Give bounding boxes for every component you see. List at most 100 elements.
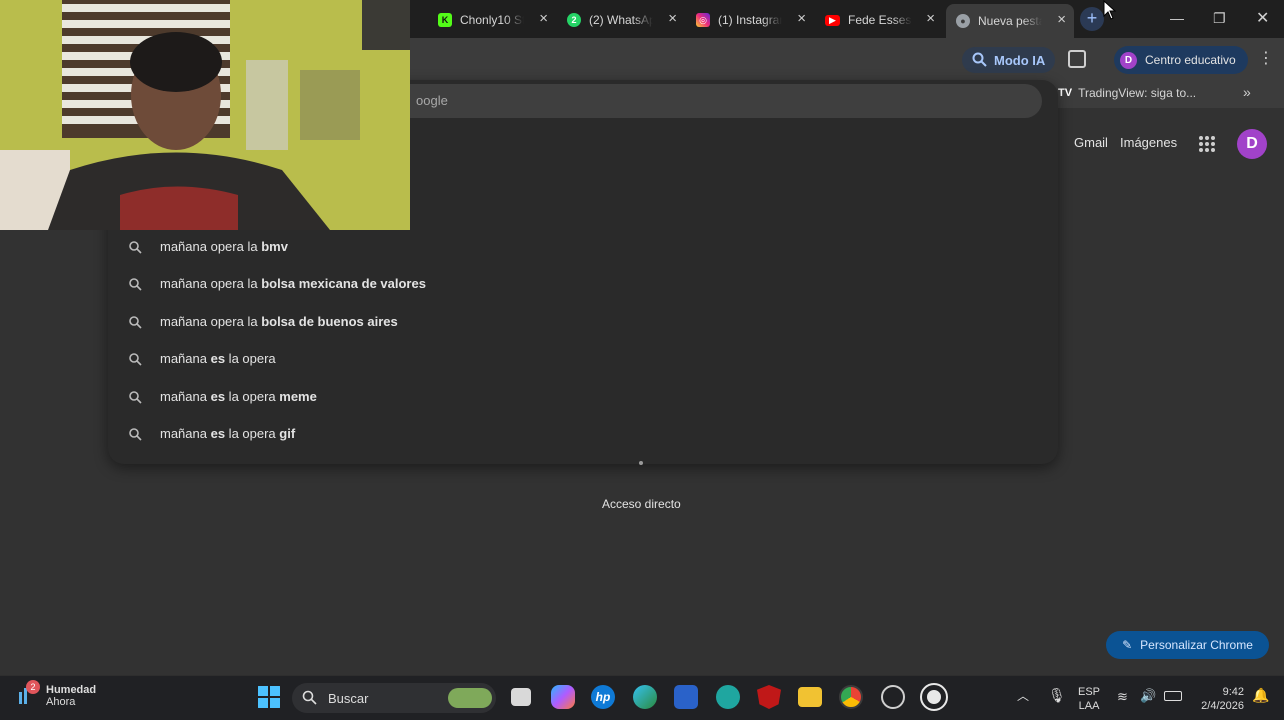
copilot-icon[interactable] <box>551 685 575 709</box>
close-tab-icon[interactable]: × <box>797 11 806 26</box>
tradingview-icon: TV <box>1058 87 1073 99</box>
search-placeholder: oogle <box>416 93 448 108</box>
tab-title: (1) Instagram <box>718 13 782 27</box>
wifi-icon[interactable]: ≋ <box>1117 690 1128 704</box>
suggestion-text: mañana es la opera gif <box>160 426 296 441</box>
profile-button[interactable]: D Centro educativo <box>1114 46 1248 74</box>
camera-app-icon[interactable] <box>920 683 948 711</box>
instagram-icon: ◎ <box>696 13 710 27</box>
webcam-video <box>0 0 410 230</box>
taskbar-search[interactable]: Buscar <box>292 683 496 713</box>
chevron-up-icon[interactable]: ︿ <box>1017 689 1029 703</box>
windows-start-icon[interactable] <box>257 685 281 709</box>
weather-badge: 2 <box>26 680 40 694</box>
weather-widget[interactable]: 2 Humedad Ahora <box>16 680 97 708</box>
close-tab-icon[interactable]: × <box>1057 12 1066 27</box>
search-icon <box>129 428 142 441</box>
language-indicator[interactable]: ESP LAA <box>1078 685 1100 713</box>
kick-icon: K <box>438 13 452 27</box>
help-icon[interactable] <box>716 685 740 709</box>
tab-kick[interactable]: K Chonly10 Str × <box>428 6 556 34</box>
minimize-icon[interactable]: — <box>1170 10 1184 26</box>
search-label: Buscar <box>328 690 369 706</box>
suggestion-text: mañana opera la bolsa mexicana de valore… <box>160 276 426 291</box>
weather-title: Humedad <box>46 684 97 696</box>
shortcut-dot <box>639 461 643 465</box>
tab-title: Chonly10 Str <box>460 13 524 27</box>
search-icon <box>129 391 142 404</box>
tab-youtube[interactable]: ▶ Fede Esses × <box>815 6 943 34</box>
language-code: ESP <box>1078 686 1101 698</box>
hp-icon[interactable]: hp <box>591 685 615 709</box>
suggestion-item[interactable]: mañana es la opera <box>108 341 1058 377</box>
tab-new-tab[interactable]: ● Nueva pestaña × <box>946 4 1074 38</box>
clock-time: 9:42 <box>1222 686 1244 698</box>
webcam-overlay <box>0 0 410 230</box>
images-link[interactable]: Imágenes <box>1120 135 1177 150</box>
chevron-double-right-icon[interactable]: » <box>1243 84 1251 100</box>
clock[interactable]: 9:42 2/4/2026 <box>1196 685 1244 713</box>
google-apps-icon[interactable] <box>1199 136 1215 152</box>
edge-icon[interactable] <box>633 685 657 709</box>
bookmark-label: TradingView: siga to... <box>1078 86 1197 100</box>
chrome-taskbar-icon[interactable] <box>839 685 863 709</box>
humidity-icon: 2 <box>16 680 40 706</box>
tab-title: Fede Esses <box>848 13 912 27</box>
suggestion-item[interactable]: mañana es la opera gif <box>108 416 1058 452</box>
bookmark-tradingview[interactable]: TV TradingView: siga to... <box>1058 86 1196 100</box>
search-icon <box>129 353 142 366</box>
close-tab-icon[interactable]: × <box>539 11 548 26</box>
suggestion-item[interactable]: mañana es la opera meme <box>108 379 1058 415</box>
suggestion-text: mañana es la opera <box>160 351 276 366</box>
customize-label: Personalizar Chrome <box>1140 638 1253 652</box>
close-window-icon[interactable]: ✕ <box>1256 8 1269 28</box>
account-avatar[interactable]: D <box>1237 129 1267 159</box>
keyboard-layout: LAA <box>1078 700 1100 712</box>
volume-icon[interactable]: 🔊 <box>1140 689 1156 703</box>
search-icon <box>129 241 142 254</box>
tab-instagram[interactable]: ◎ (1) Instagram × <box>686 6 814 34</box>
suggestion-text: mañana es la opera meme <box>160 389 317 404</box>
chrome-icon: ● <box>956 14 970 28</box>
taskbar: 2 Humedad Ahora Buscar hp ︿ 🎙 ESP LAA ≋ … <box>0 675 1284 720</box>
mcafee-icon[interactable] <box>757 685 781 709</box>
mouse-cursor-icon <box>1103 0 1117 20</box>
add-shortcut-label[interactable]: Acceso directo <box>602 497 681 511</box>
restore-icon[interactable]: ❐ <box>1213 10 1226 27</box>
close-tab-icon[interactable]: × <box>668 11 677 26</box>
task-view-icon[interactable] <box>511 688 531 706</box>
profile-avatar: D <box>1120 51 1137 69</box>
pencil-icon: ✎ <box>1122 638 1133 652</box>
gmail-link[interactable]: Gmail <box>1074 135 1108 150</box>
tab-title: Nueva pestaña <box>978 14 1042 28</box>
suggestion-item[interactable]: mañana opera la bmv <box>108 229 1058 265</box>
obs-icon[interactable] <box>881 685 905 709</box>
profile-label: Centro educativo <box>1145 53 1236 67</box>
weather-sub: Ahora <box>46 696 76 708</box>
customize-chrome-button[interactable]: ✎ Personalizar Chrome <box>1106 631 1269 659</box>
file-explorer-icon[interactable] <box>798 687 822 707</box>
ai-search-icon <box>972 52 987 67</box>
suggestion-item[interactable]: mañana opera la bolsa de buenos aires <box>108 304 1058 340</box>
whatsapp-badge: 2 <box>571 15 577 25</box>
notifications-icon[interactable]: 🔔 <box>1252 688 1269 702</box>
youtube-icon: ▶ <box>825 14 840 26</box>
suggestion-text: mañana opera la bolsa de buenos aires <box>160 314 398 329</box>
tab-title: (2) WhatsApp <box>589 13 653 27</box>
close-tab-icon[interactable]: × <box>926 11 935 26</box>
search-highlight-icon <box>448 688 492 708</box>
menu-icon[interactable]: ⋮ <box>1258 48 1274 68</box>
battery-icon[interactable] <box>1164 691 1182 701</box>
whatsapp-icon: 2 <box>567 13 581 27</box>
new-tab-button[interactable]: + <box>1080 7 1104 31</box>
tab-whatsapp[interactable]: 2 (2) WhatsApp × <box>557 6 685 34</box>
suggestion-item[interactable]: mañana opera la bolsa mexicana de valore… <box>108 266 1058 302</box>
modo-ia-label: Modo IA <box>994 52 1046 68</box>
search-icon <box>129 316 142 329</box>
modo-ia-button[interactable]: Modo IA <box>962 47 1056 73</box>
extensions-icon[interactable] <box>1068 50 1086 68</box>
search-icon <box>129 278 142 291</box>
microphone-icon[interactable]: 🎙 <box>1048 688 1066 702</box>
store-icon[interactable] <box>674 685 698 709</box>
suggestion-text: mañana opera la bmv <box>160 239 288 254</box>
